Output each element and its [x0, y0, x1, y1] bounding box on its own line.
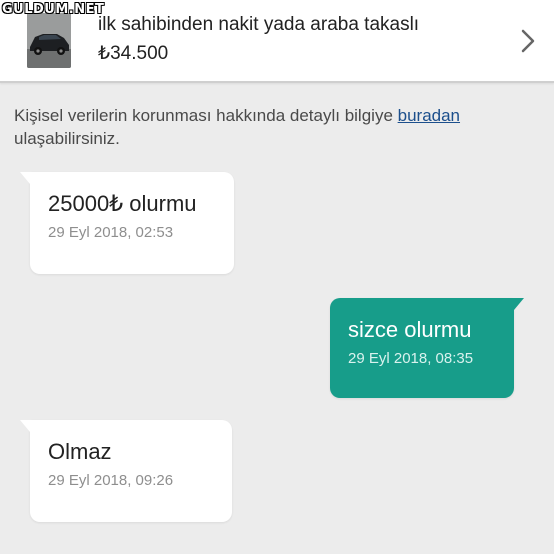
- listing-title: ilk sahibinden nakit yada araba takaslı: [98, 14, 420, 35]
- message-bubble-incoming: 25000₺ olurmu 29 Eyl 2018, 02:53: [20, 172, 234, 274]
- chat-page: GULDUM.NET ilk sahibinden nakit yada ara…: [0, 0, 554, 554]
- privacy-text-before: Kişisel verilerin korunması hakkında det…: [14, 106, 398, 125]
- privacy-notice: Kişisel verilerin korunması hakkında det…: [14, 104, 544, 150]
- privacy-link[interactable]: buradan: [398, 106, 460, 125]
- chevron-right-icon[interactable]: [518, 27, 538, 55]
- message-text: sizce olurmu: [348, 317, 472, 342]
- message-text: Olmaz: [48, 439, 112, 464]
- message-timestamp: 29 Eyl 2018, 02:53: [48, 224, 174, 241]
- message-timestamp: 29 Eyl 2018, 09:26: [48, 472, 174, 489]
- message-bubble-incoming: Olmaz 29 Eyl 2018, 09:26: [20, 420, 232, 522]
- listing-thumbnail: [27, 13, 71, 68]
- message-text: 25000₺ olurmu: [48, 191, 197, 216]
- message-bubble-outgoing: sizce olurmu 29 Eyl 2018, 08:35: [330, 298, 524, 398]
- privacy-text-after: ulaşabilirsiniz.: [14, 129, 120, 148]
- listing-price: ₺34.500: [98, 43, 169, 64]
- message-timestamp: 29 Eyl 2018, 08:35: [348, 350, 474, 367]
- watermark: GULDUM.NET: [2, 2, 105, 17]
